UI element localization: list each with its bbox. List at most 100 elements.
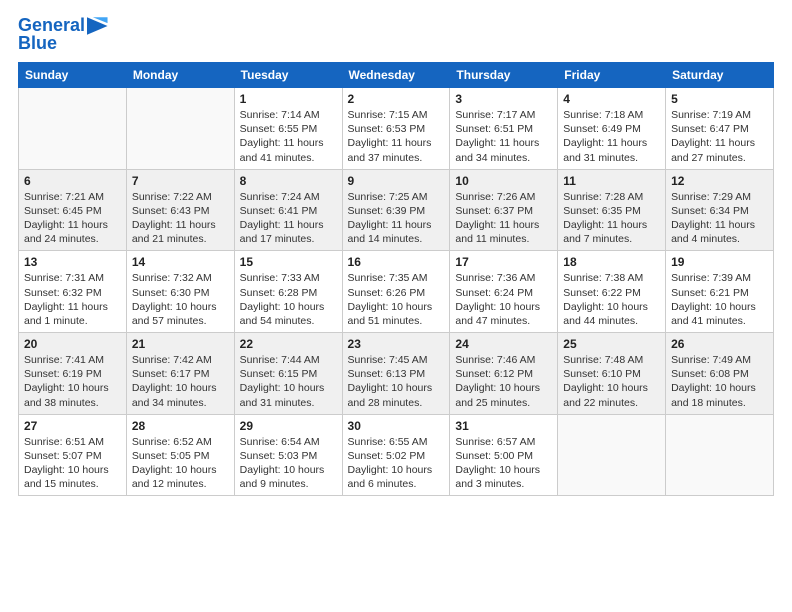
- calendar-cell: 20Sunrise: 7:41 AM Sunset: 6:19 PM Dayli…: [19, 333, 127, 415]
- day-number: 15: [240, 255, 337, 269]
- week-row-1: 1Sunrise: 7:14 AM Sunset: 6:55 PM Daylig…: [19, 88, 774, 170]
- weekday-header-row: SundayMondayTuesdayWednesdayThursdayFrid…: [19, 63, 774, 88]
- day-number: 7: [132, 174, 229, 188]
- calendar-cell: 23 Sunrise: 7:45 AM Sunset: 6:13 PM Dayli…: [342, 333, 450, 415]
- calendar-cell: 21 Sunrise: 7:42 AM Sunset: 6:17 PM Dayli…: [126, 333, 234, 415]
- day-number: 5: [671, 92, 768, 106]
- calendar-cell: 11 Sunrise: 7:28 AM Sunset: 6:35 PM Dayli…: [558, 169, 666, 251]
- calendar-cell: 30 Sunrise: 6:55 AM Sunset: 5:02 PM Dayli…: [342, 414, 450, 496]
- day-number: 29: [240, 419, 337, 433]
- day-detail: Sunrise: 7:49 AM Sunset: 6:08 PM Dayligh…: [671, 353, 768, 410]
- day-number: 21: [132, 337, 229, 351]
- day-detail: Sunrise: 7:14 AM Sunset: 6:55 PM Dayligh…: [240, 108, 337, 165]
- calendar-cell: 29 Sunrise: 6:54 AM Sunset: 5:03 PM Dayli…: [234, 414, 342, 496]
- day-number: 24: [455, 337, 552, 351]
- logo-icon: [87, 15, 109, 37]
- calendar-cell: 9Sunrise: 7:25 AM Sunset: 6:39 PM Daylig…: [342, 169, 450, 251]
- day-number: 10: [455, 174, 552, 188]
- day-number: 3: [455, 92, 552, 106]
- day-detail: Sunrise: 7:48 AM Sunset: 6:10 PM Dayligh…: [563, 353, 660, 410]
- day-number: 18: [563, 255, 660, 269]
- calendar-cell: 6 Sunrise: 7:21 AM Sunset: 6:45 PM Daylig…: [19, 169, 127, 251]
- calendar-cell: 10 Sunrise: 7:26 AM Sunset: 6:37 PM Dayli…: [450, 169, 558, 251]
- day-number: 23: [348, 337, 445, 351]
- calendar-cell: 4Sunrise: 7:18 AM Sunset: 6:49 PM Daylig…: [558, 88, 666, 170]
- week-row-5: 27 Sunrise: 6:51 AM Sunset: 5:07 PM Dayli…: [19, 414, 774, 496]
- calendar-cell: 28 Sunrise: 6:52 AM Sunset: 5:05 PM Dayli…: [126, 414, 234, 496]
- day-detail: Sunrise: 7:31 AM Sunset: 6:32 PM Dayligh…: [24, 271, 121, 328]
- day-detail: Sunrise: 7:29 AM Sunset: 6:34 PM Dayligh…: [671, 190, 768, 247]
- calendar-cell: 17 Sunrise: 7:36 AM Sunset: 6:24 PM Dayli…: [450, 251, 558, 333]
- day-detail: Sunrise: 6:52 AM Sunset: 5:05 PM Dayligh…: [132, 435, 229, 492]
- day-detail: Sunrise: 7:17 AM Sunset: 6:51 PM Dayligh…: [455, 108, 552, 165]
- calendar-cell: 14 Sunrise: 7:32 AM Sunset: 6:30 PM Dayli…: [126, 251, 234, 333]
- day-number: 17: [455, 255, 552, 269]
- calendar-cell: 8 Sunrise: 7:24 AM Sunset: 6:41 PM Daylig…: [234, 169, 342, 251]
- day-detail: Sunrise: 6:51 AM Sunset: 5:07 PM Dayligh…: [24, 435, 121, 492]
- day-detail: Sunrise: 6:54 AM Sunset: 5:03 PM Dayligh…: [240, 435, 337, 492]
- weekday-header-thursday: Thursday: [450, 63, 558, 88]
- day-detail: Sunrise: 7:22 AM Sunset: 6:43 PM Dayligh…: [132, 190, 229, 247]
- calendar-cell: 27 Sunrise: 6:51 AM Sunset: 5:07 PM Dayli…: [19, 414, 127, 496]
- day-detail: Sunrise: 7:28 AM Sunset: 6:35 PM Dayligh…: [563, 190, 660, 247]
- day-number: 14: [132, 255, 229, 269]
- day-number: 6: [24, 174, 121, 188]
- day-number: 19: [671, 255, 768, 269]
- day-detail: Sunrise: 6:57 AM Sunset: 5:00 PM Dayligh…: [455, 435, 552, 492]
- weekday-header-sunday: Sunday: [19, 63, 127, 88]
- logo: General Blue: [18, 15, 109, 54]
- calendar-cell: 12 Sunrise: 7:29 AM Sunset: 6:34 PM Dayli…: [666, 169, 774, 251]
- day-number: 26: [671, 337, 768, 351]
- day-detail: Sunrise: 7:44 AM Sunset: 6:15 PM Dayligh…: [240, 353, 337, 410]
- calendar-cell: 13 Sunrise: 7:31 AM Sunset: 6:32 PM Dayli…: [19, 251, 127, 333]
- day-detail: Sunrise: 7:35 AM Sunset: 6:26 PM Dayligh…: [348, 271, 445, 328]
- day-number: 11: [563, 174, 660, 188]
- day-detail: Sunrise: 7:45 AM Sunset: 6:13 PM Dayligh…: [348, 353, 445, 410]
- header: General Blue: [18, 15, 774, 54]
- week-row-4: 20Sunrise: 7:41 AM Sunset: 6:19 PM Dayli…: [19, 333, 774, 415]
- calendar-cell: [126, 88, 234, 170]
- day-number: 27: [24, 419, 121, 433]
- calendar-cell: 18 Sunrise: 7:38 AM Sunset: 6:22 PM Dayli…: [558, 251, 666, 333]
- day-number: 22: [240, 337, 337, 351]
- day-detail: Sunrise: 7:15 AM Sunset: 6:53 PM Dayligh…: [348, 108, 445, 165]
- day-detail: Sunrise: 7:46 AM Sunset: 6:12 PM Dayligh…: [455, 353, 552, 410]
- calendar-cell: 3 Sunrise: 7:17 AM Sunset: 6:51 PM Daylig…: [450, 88, 558, 170]
- day-detail: Sunrise: 7:21 AM Sunset: 6:45 PM Dayligh…: [24, 190, 121, 247]
- day-detail: Sunrise: 7:41 AM Sunset: 6:19 PM Dayligh…: [24, 353, 121, 410]
- day-detail: Sunrise: 7:19 AM Sunset: 6:47 PM Dayligh…: [671, 108, 768, 165]
- calendar-cell: 31Sunrise: 6:57 AM Sunset: 5:00 PM Dayli…: [450, 414, 558, 496]
- calendar-cell: 19 Sunrise: 7:39 AM Sunset: 6:21 PM Dayli…: [666, 251, 774, 333]
- day-detail: Sunrise: 7:39 AM Sunset: 6:21 PM Dayligh…: [671, 271, 768, 328]
- weekday-header-monday: Monday: [126, 63, 234, 88]
- calendar-cell: 25Sunrise: 7:48 AM Sunset: 6:10 PM Dayli…: [558, 333, 666, 415]
- calendar-cell: [558, 414, 666, 496]
- day-detail: Sunrise: 7:42 AM Sunset: 6:17 PM Dayligh…: [132, 353, 229, 410]
- calendar-cell: 15 Sunrise: 7:33 AM Sunset: 6:28 PM Dayli…: [234, 251, 342, 333]
- calendar-cell: 16 Sunrise: 7:35 AM Sunset: 6:26 PM Dayli…: [342, 251, 450, 333]
- day-detail: Sunrise: 7:24 AM Sunset: 6:41 PM Dayligh…: [240, 190, 337, 247]
- day-number: 13: [24, 255, 121, 269]
- day-number: 30: [348, 419, 445, 433]
- day-number: 4: [563, 92, 660, 106]
- week-row-3: 13 Sunrise: 7:31 AM Sunset: 6:32 PM Dayli…: [19, 251, 774, 333]
- day-detail: Sunrise: 7:38 AM Sunset: 6:22 PM Dayligh…: [563, 271, 660, 328]
- day-number: 16: [348, 255, 445, 269]
- day-number: 28: [132, 419, 229, 433]
- calendar-cell: 24 Sunrise: 7:46 AM Sunset: 6:12 PM Dayli…: [450, 333, 558, 415]
- week-row-2: 6 Sunrise: 7:21 AM Sunset: 6:45 PM Daylig…: [19, 169, 774, 251]
- day-detail: Sunrise: 7:26 AM Sunset: 6:37 PM Dayligh…: [455, 190, 552, 247]
- calendar-cell: 26 Sunrise: 7:49 AM Sunset: 6:08 PM Dayli…: [666, 333, 774, 415]
- calendar-cell: 5 Sunrise: 7:19 AM Sunset: 6:47 PM Daylig…: [666, 88, 774, 170]
- day-number: 12: [671, 174, 768, 188]
- calendar-cell: [666, 414, 774, 496]
- calendar-cell: 2Sunrise: 7:15 AM Sunset: 6:53 PM Daylig…: [342, 88, 450, 170]
- day-detail: Sunrise: 7:36 AM Sunset: 6:24 PM Dayligh…: [455, 271, 552, 328]
- day-detail: Sunrise: 7:32 AM Sunset: 6:30 PM Dayligh…: [132, 271, 229, 328]
- day-detail: Sunrise: 6:55 AM Sunset: 5:02 PM Dayligh…: [348, 435, 445, 492]
- day-number: 8: [240, 174, 337, 188]
- weekday-header-tuesday: Tuesday: [234, 63, 342, 88]
- weekday-header-friday: Friday: [558, 63, 666, 88]
- calendar-cell: 1Sunrise: 7:14 AM Sunset: 6:55 PM Daylig…: [234, 88, 342, 170]
- day-detail: Sunrise: 7:33 AM Sunset: 6:28 PM Dayligh…: [240, 271, 337, 328]
